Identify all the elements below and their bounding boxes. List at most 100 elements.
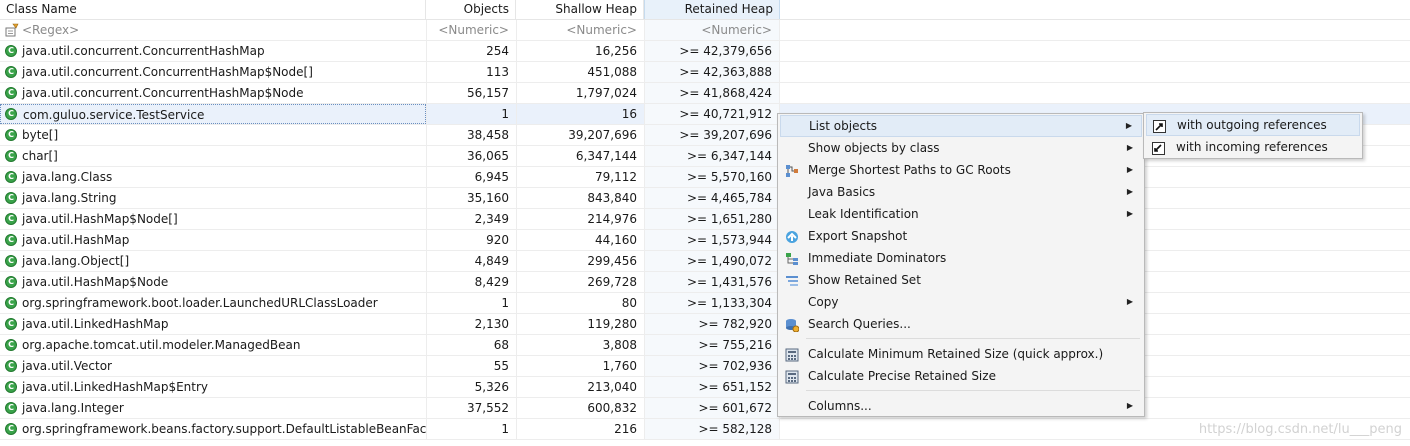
objects-cell: 920 [426, 230, 516, 250]
menu-item-java-basics[interactable]: Java Basics ▶ [780, 181, 1142, 203]
table-row[interactable]: Cjava.lang.Object[] 4,849 299,456 >= 1,490,… [0, 251, 1410, 272]
objects-cell: 35,160 [426, 188, 516, 208]
table-row[interactable]: Cjava.util.concurrent.ConcurrentHashMap$… [0, 83, 1410, 104]
objects-cell: 4,849 [426, 251, 516, 271]
calculator-icon [785, 369, 799, 384]
table-row[interactable]: Cjava.util.LinkedHashMap$Entry 5,326 213,0… [0, 377, 1410, 398]
menu-item-export-snapshot[interactable]: Export Snapshot [780, 225, 1142, 247]
submenu-arrow-icon: ▶ [1126, 165, 1133, 174]
menu-item-label: Immediate Dominators [808, 251, 947, 265]
column-class-name[interactable]: Class Name [0, 0, 426, 19]
menu-item-merge-shortest-paths-to-gc-roots[interactable]: Merge Shortest Paths to GC Roots ▶ [780, 159, 1142, 181]
menu-item-leak-identification[interactable]: Leak Identification ▶ [780, 203, 1142, 225]
table-row[interactable]: Cjava.util.Vector 55 1,760 >= 702,936 [0, 356, 1410, 377]
shallow-heap-cell: 3,808 [516, 335, 644, 355]
table-row[interactable]: Cjava.util.HashMap$Node[] 2,349 214,976 >= … [0, 209, 1410, 230]
menu-item-label: Java Basics [808, 185, 876, 199]
objects-cell: 113 [426, 62, 516, 82]
context-menu: List objects ▶ Show objects by class ▶ Merge… [777, 113, 1145, 417]
class-name-cell: java.util.HashMap$Node [22, 275, 169, 289]
class-name-cell: org.apache.tomcat.util.modeler.ManagedBe… [22, 338, 301, 352]
retained-heap-filter-input[interactable]: <Numeric> [644, 20, 780, 40]
retained-set-icon [785, 273, 799, 287]
objects-filter-input[interactable]: <Numeric> [426, 20, 516, 40]
outgoing-references-icon [1153, 119, 1166, 133]
objects-cell: 1 [426, 419, 516, 439]
objects-cell: 55 [426, 356, 516, 376]
table-row[interactable]: Cjava.util.HashMap$Node 8,429 269,728 >= 1,… [0, 272, 1410, 293]
objects-cell: 1 [426, 104, 516, 124]
retained-heap-cell: >= 39,207,696 [644, 125, 780, 145]
retained-heap-cell: >= 42,379,656 [644, 41, 780, 61]
menu-separator [806, 338, 1140, 339]
retained-heap-cell: >= 755,216 [644, 335, 780, 355]
table-row[interactable]: Cjava.util.LinkedHashMap 2,130 119,280 >= 7… [0, 314, 1410, 335]
shallow-heap-cell: 80 [516, 293, 644, 313]
column-objects[interactable]: Objects [426, 0, 516, 19]
retained-heap-cell: >= 42,363,888 [644, 62, 780, 82]
column-retained-heap[interactable]: Retained Heap [644, 0, 780, 19]
class-name-cell: java.util.concurrent.ConcurrentHashMap$N… [22, 65, 313, 79]
regex-filter-input[interactable]: <Regex> [0, 20, 426, 40]
objects-cell: 1 [426, 293, 516, 313]
submenu-item-incoming-references[interactable]: with incoming references [1146, 136, 1360, 158]
shallow-heap-cell: 39,207,696 [516, 125, 644, 145]
menu-item-calculate-precise-retained-size[interactable]: Calculate Precise Retained Size [780, 365, 1142, 387]
menu-item-calculate-minimum-retained-size-quick-approx[interactable]: Calculate Minimum Retained Size (quick a… [780, 343, 1142, 365]
shallow-heap-cell: 269,728 [516, 272, 644, 292]
class-name-cell: java.util.HashMap$Node[] [22, 212, 178, 226]
objects-cell: 2,130 [426, 314, 516, 334]
shallow-heap-cell: 216 [516, 419, 644, 439]
table-row[interactable]: Cjava.lang.Class 6,945 79,112 >= 5,570,160 [0, 167, 1410, 188]
menu-item-label: Export Snapshot [808, 229, 908, 243]
menu-item-show-retained-set[interactable]: Show Retained Set [780, 269, 1142, 291]
merge-paths-icon [785, 163, 799, 177]
submenu-arrow-icon: ▶ [1126, 209, 1133, 218]
table-row[interactable]: Cjava.lang.String 35,160 843,840 >= 4,465,7… [0, 188, 1410, 209]
table-row[interactable]: Corg.springframework.boot.loader.Launche… [0, 293, 1410, 314]
menu-item-copy[interactable]: Copy ▶ [780, 291, 1142, 313]
menu-item-show-objects-by-class[interactable]: Show objects by class ▶ [780, 137, 1142, 159]
table-row[interactable]: Cjava.lang.Integer 37,552 600,832 >= 601,67… [0, 398, 1410, 419]
retained-heap-cell: >= 1,573,944 [644, 230, 780, 250]
class-name-cell: char[] [22, 149, 58, 163]
table-row[interactable]: Cjava.util.concurrent.ConcurrentHashMap$… [0, 62, 1410, 83]
column-shallow-heap[interactable]: Shallow Heap [516, 0, 644, 19]
shallow-heap-cell: 214,976 [516, 209, 644, 229]
shallow-heap-cell: 843,840 [516, 188, 644, 208]
menu-item-immediate-dominators[interactable]: Immediate Dominators [780, 247, 1142, 269]
objects-cell: 38,458 [426, 125, 516, 145]
menu-item-label: List objects [809, 119, 878, 133]
objects-cell: 56,157 [426, 83, 516, 103]
shallow-heap-cell: 213,040 [516, 377, 644, 397]
calculator-icon [785, 347, 799, 362]
export-snapshot-icon [785, 229, 799, 243]
shallow-heap-cell: 44,160 [516, 230, 644, 250]
shallow-heap-cell: 6,347,144 [516, 146, 644, 166]
shallow-heap-filter-input[interactable]: <Numeric> [516, 20, 644, 40]
objects-cell: 8,429 [426, 272, 516, 292]
menu-item-label: Search Queries... [808, 317, 911, 331]
shallow-heap-cell: 16 [516, 104, 644, 124]
retained-heap-cell: >= 782,920 [644, 314, 780, 334]
submenu-item-outgoing-references[interactable]: with outgoing references [1146, 114, 1360, 136]
retained-heap-cell: >= 651,152 [644, 377, 780, 397]
shallow-heap-cell: 451,088 [516, 62, 644, 82]
submenu-item-label: with incoming references [1176, 140, 1328, 154]
retained-heap-cell: >= 1,651,280 [644, 209, 780, 229]
menu-item-list-objects[interactable]: List objects ▶ [780, 115, 1142, 137]
menu-item-columns[interactable]: Columns... ▶ [780, 395, 1142, 417]
retained-heap-cell: >= 702,936 [644, 356, 780, 376]
menu-item-search-queries[interactable]: Search Queries... [780, 313, 1142, 335]
table-row[interactable]: Cjava.util.HashMap 920 44,160 >= 1,573,944 [0, 230, 1410, 251]
objects-cell: 5,326 [426, 377, 516, 397]
shallow-heap-cell: 299,456 [516, 251, 644, 271]
shallow-heap-cell: 1,797,024 [516, 83, 644, 103]
table-row[interactable]: Cjava.util.concurrent.ConcurrentHashMap 2… [0, 41, 1410, 62]
retained-heap-cell: >= 6,347,144 [644, 146, 780, 166]
table-row[interactable]: Corg.apache.tomcat.util.modeler.ManagedB… [0, 335, 1410, 356]
menu-item-label: Calculate Minimum Retained Size (quick a… [808, 347, 1104, 361]
table-header: Class Name Objects Shallow Heap Retained… [0, 0, 1410, 20]
class-name-cell: java.util.HashMap [22, 233, 130, 247]
submenu-arrow-icon: ▶ [1126, 187, 1133, 196]
